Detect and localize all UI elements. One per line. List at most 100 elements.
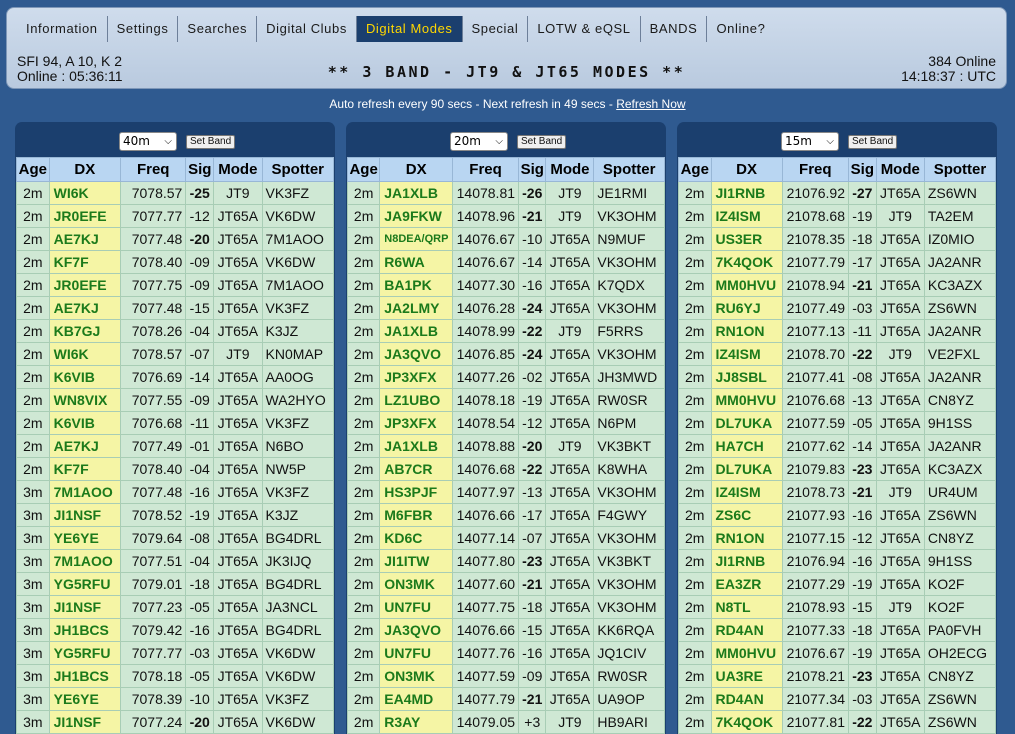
cell-dx[interactable]: JA1XLB — [379, 319, 454, 343]
nav-item-digital-modes[interactable]: Digital Modes — [356, 16, 463, 42]
cell-dx[interactable]: M6FBR — [379, 503, 454, 527]
cell-dx[interactable]: KD6C — [379, 526, 454, 550]
cell-dx[interactable]: RD4AN — [710, 687, 783, 711]
band-select[interactable]: 40m ⌵ — [119, 132, 177, 151]
cell-dx[interactable]: K6VIB — [48, 411, 122, 435]
cell-dx[interactable]: UA3RE — [710, 664, 783, 688]
cell-dx[interactable]: MM0HVU — [710, 388, 783, 412]
cell-dx[interactable]: US3ER — [710, 227, 783, 251]
cell-dx[interactable]: 7M1AOO — [48, 549, 122, 573]
cell-dx[interactable]: ON3MK — [379, 664, 454, 688]
set-band-button[interactable]: Set Band — [186, 135, 236, 149]
cell-dx[interactable]: MM0HVU — [710, 273, 783, 297]
cell-dx[interactable]: JP3XFX — [379, 411, 454, 435]
cell-dx[interactable]: 7K4QOK — [710, 250, 783, 274]
band-select[interactable]: 15m ⌵ — [781, 132, 839, 151]
column-header-mode[interactable]: Mode — [213, 157, 263, 182]
cell-dx[interactable]: YG5RFU — [48, 572, 122, 596]
cell-dx[interactable]: KF7F — [48, 457, 122, 481]
nav-item-lotw-eqsl[interactable]: LOTW & eQSL — [528, 16, 641, 42]
cell-dx[interactable]: ZS6C — [710, 503, 783, 527]
cell-dx[interactable]: YE6YE — [48, 526, 122, 550]
cell-dx[interactable]: HA7CH — [710, 434, 783, 458]
cell-dx[interactable]: DL7UKA — [710, 411, 783, 435]
cell-dx[interactable]: IZ4ISM — [710, 342, 783, 366]
set-band-button[interactable]: Set Band — [848, 135, 898, 149]
cell-dx[interactable]: JA3QVO — [379, 618, 454, 642]
column-header-spotter[interactable]: Spotter — [261, 157, 335, 182]
cell-dx[interactable]: MM0HVU — [710, 641, 783, 665]
column-header-sig[interactable]: Sig — [518, 157, 547, 182]
cell-dx[interactable]: AE7KJ — [48, 227, 122, 251]
nav-item-settings[interactable]: Settings — [108, 16, 179, 42]
nav-item-information[interactable]: Information — [17, 16, 108, 42]
cell-dx[interactable]: JA2LMY — [379, 296, 454, 320]
column-header-freq[interactable]: Freq — [452, 157, 520, 182]
column-header-spotter[interactable]: Spotter — [923, 157, 997, 182]
cell-dx[interactable]: WN8VIX — [48, 388, 122, 412]
cell-dx[interactable]: AB7CR — [379, 457, 454, 481]
nav-item-online[interactable]: Online? — [707, 16, 774, 42]
cell-dx[interactable]: AE7KJ — [48, 434, 122, 458]
column-header-dx[interactable]: DX — [379, 157, 454, 182]
cell-dx[interactable]: HS3PJF — [379, 480, 454, 504]
cell-dx[interactable]: JA9FKW — [379, 204, 454, 228]
cell-dx[interactable]: UN7FU — [379, 641, 454, 665]
cell-dx[interactable]: KB7GJ — [48, 319, 122, 343]
refresh-now-link[interactable]: Refresh Now — [616, 97, 685, 111]
column-header-mode[interactable]: Mode — [545, 157, 595, 182]
cell-dx[interactable]: JJ8SBL — [710, 365, 783, 389]
cell-dx[interactable]: UN7FU — [379, 595, 454, 619]
cell-dx[interactable]: JI1ITW — [379, 549, 454, 573]
cell-dx[interactable]: JI1NSF — [48, 503, 122, 527]
column-header-spotter[interactable]: Spotter — [593, 157, 665, 182]
cell-dx[interactable]: JP3XFX — [379, 365, 454, 389]
cell-dx[interactable]: JA1XLB — [379, 181, 454, 205]
cell-dx[interactable]: RU6YJ — [710, 296, 783, 320]
nav-item-bands[interactable]: BANDS — [641, 16, 708, 42]
cell-dx[interactable]: RN1ON — [710, 526, 783, 550]
nav-item-special[interactable]: Special — [463, 16, 529, 42]
cell-dx[interactable]: JI1NSF — [48, 710, 122, 734]
column-header-age[interactable]: Age — [16, 157, 50, 182]
column-header-sig[interactable]: Sig — [185, 157, 215, 182]
cell-dx[interactable]: JH1BCS — [48, 618, 122, 642]
cell-dx[interactable]: JA3QVO — [379, 342, 454, 366]
cell-dx[interactable]: WI6K — [48, 342, 122, 366]
cell-dx[interactable]: JI1RNB — [710, 549, 783, 573]
cell-dx[interactable]: WI6K — [48, 181, 122, 205]
cell-dx[interactable]: RD4AN — [710, 618, 783, 642]
cell-dx[interactable]: EA4MD — [379, 687, 454, 711]
cell-dx[interactable]: RN1ON — [710, 319, 783, 343]
column-header-dx[interactable]: DX — [710, 157, 783, 182]
set-band-button[interactable]: Set Band — [517, 135, 567, 149]
column-header-sig[interactable]: Sig — [848, 157, 877, 182]
cell-dx[interactable]: R6WA — [379, 250, 454, 274]
column-header-mode[interactable]: Mode — [875, 157, 925, 182]
column-header-age[interactable]: Age — [678, 157, 712, 182]
band-select[interactable]: 20m ⌵ — [450, 132, 508, 151]
cell-dx[interactable]: JI1RNB — [710, 181, 783, 205]
cell-dx[interactable]: DL7UKA — [710, 457, 783, 481]
nav-item-searches[interactable]: Searches — [178, 16, 258, 42]
column-header-freq[interactable]: Freq — [120, 157, 187, 182]
cell-dx[interactable]: IZ4ISM — [710, 204, 783, 228]
cell-dx[interactable]: YG5RFU — [48, 641, 122, 665]
cell-dx[interactable]: AE7KJ — [48, 296, 122, 320]
cell-dx[interactable]: N8DEA/QRP — [379, 227, 454, 251]
cell-dx[interactable]: EA3ZR — [710, 572, 783, 596]
column-header-freq[interactable]: Freq — [781, 157, 850, 182]
cell-dx[interactable]: JI1NSF — [48, 595, 122, 619]
cell-dx[interactable]: N8TL — [710, 595, 783, 619]
column-header-age[interactable]: Age — [346, 157, 381, 182]
cell-dx[interactable]: JA1XLB — [379, 434, 454, 458]
cell-dx[interactable]: 7M1AOO — [48, 480, 122, 504]
cell-dx[interactable]: JR0EFE — [48, 273, 122, 297]
cell-dx[interactable]: IZ4ISM — [710, 480, 783, 504]
cell-dx[interactable]: R3AY — [379, 710, 454, 734]
cell-dx[interactable]: JH1BCS — [48, 664, 122, 688]
cell-dx[interactable]: LZ1UBO — [379, 388, 454, 412]
nav-item-digital-clubs[interactable]: Digital Clubs — [257, 16, 357, 42]
cell-dx[interactable]: JR0EFE — [48, 204, 122, 228]
cell-dx[interactable]: K6VIB — [48, 365, 122, 389]
